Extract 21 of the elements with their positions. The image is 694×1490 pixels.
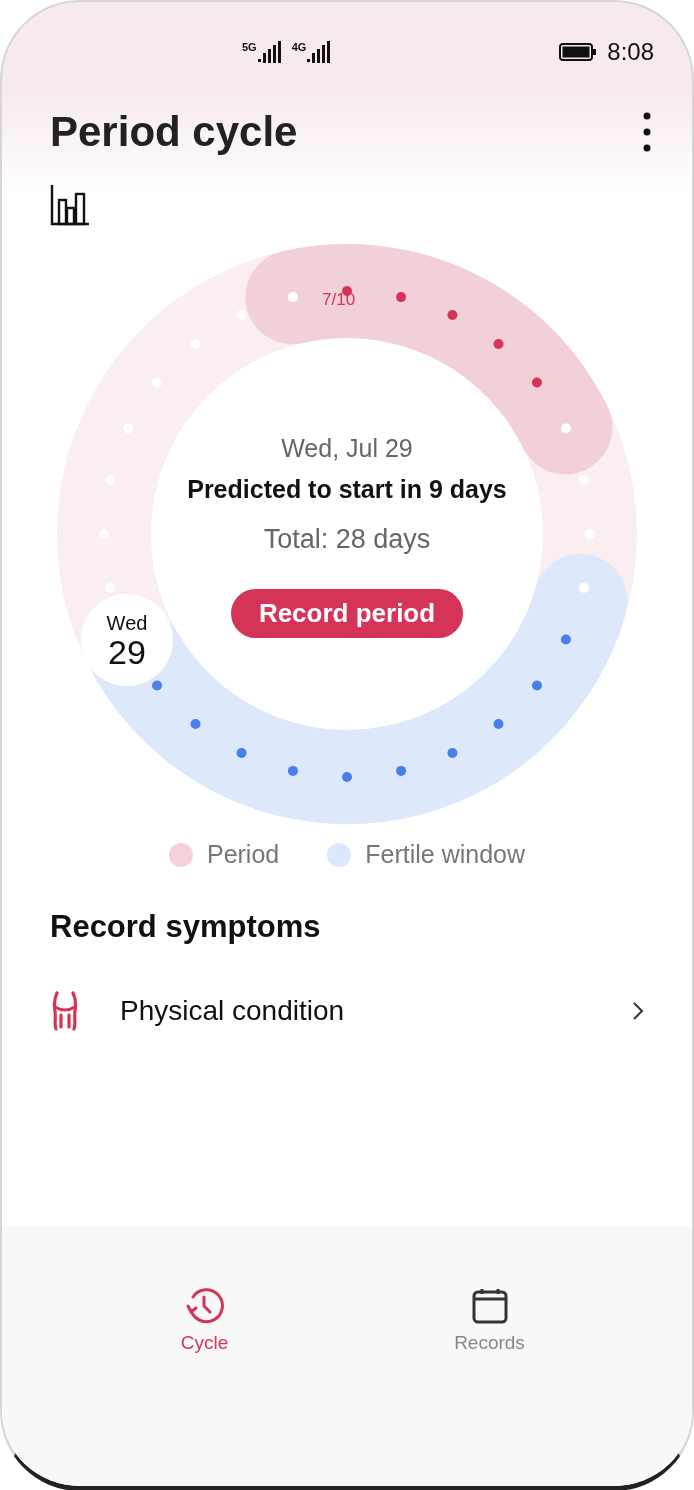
total-text: Total: 28 days xyxy=(263,524,431,555)
battery-icon xyxy=(559,43,598,61)
nav-tab[interactable]: Cycle xyxy=(144,1286,265,1362)
record-period-button[interactable]: Record period xyxy=(230,589,464,638)
more-menu-icon[interactable] xyxy=(642,112,652,152)
chevron-right-icon xyxy=(632,1001,644,1021)
status-time: 8:08 xyxy=(607,38,654,66)
today-weekday: Wed xyxy=(106,611,148,635)
legend-label: Fertile window xyxy=(365,840,525,869)
date-text: Wed, Jul 29 xyxy=(281,434,413,463)
bar-chart-icon[interactable] xyxy=(50,184,90,226)
prediction-text: Predicted to start in 9 days xyxy=(187,475,507,504)
list-item-label[interactable]: Physical condition xyxy=(120,995,592,1027)
clock-icon xyxy=(184,1286,225,1326)
page-title: Period cycle xyxy=(50,108,298,156)
cycle-day-label: 7/10 xyxy=(322,290,356,310)
body-icon xyxy=(50,991,80,1031)
nav-tab[interactable]: Records xyxy=(429,1286,550,1362)
section-title: Record symptoms xyxy=(50,909,322,945)
today-day: 29 xyxy=(108,634,146,669)
legend-label: Period xyxy=(206,840,280,869)
